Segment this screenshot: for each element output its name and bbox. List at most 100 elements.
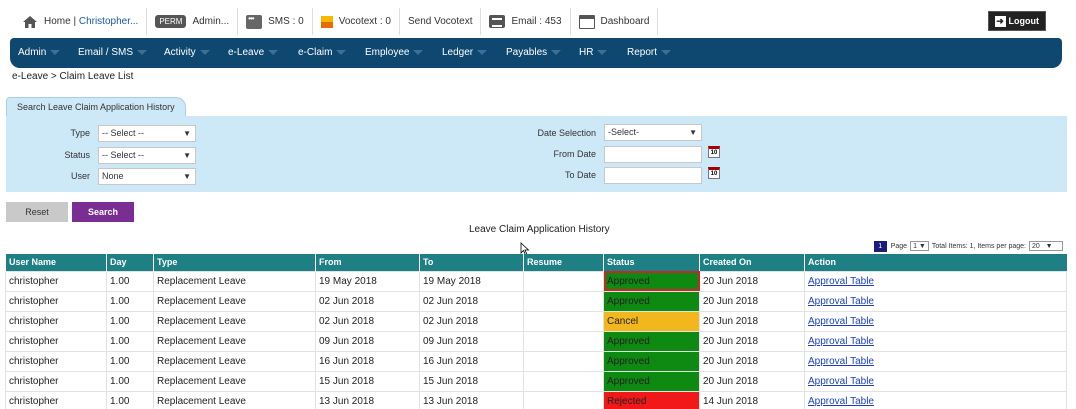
nav-admin[interactable]: Admin: [18, 47, 61, 58]
cell-user: christopher: [5, 270, 107, 292]
cell-from: 19 May 2018: [315, 270, 420, 292]
chevron-down-icon: [336, 49, 347, 55]
dropdown-arrow-icon: ▼: [183, 129, 191, 138]
col-header-day[interactable]: Day: [106, 254, 154, 271]
status-badge: Cancel: [603, 310, 700, 332]
main-nav: Admin Email / SMS Activity e-Leave e-Cla…: [10, 38, 1062, 68]
nav-label: Report: [627, 47, 658, 58]
pager: 1 Page 1 ▼ Total Items: 1, Items per pag…: [873, 240, 1066, 252]
to-date-input[interactable]: [604, 167, 702, 184]
cell-type: Replacement Leave: [153, 350, 316, 372]
type-label: Type: [70, 128, 90, 138]
date-selection-label: Date Selection: [537, 128, 596, 138]
date-selection-select[interactable]: -Select- ▼: [604, 124, 702, 141]
nav-ledger[interactable]: Ledger: [442, 47, 488, 58]
dropdown-arrow-icon: ▼: [183, 172, 191, 181]
cell-user: christopher: [5, 370, 107, 392]
nav-eleave[interactable]: e-Leave: [228, 47, 279, 58]
cell-type: Replacement Leave: [153, 270, 316, 292]
search-button[interactable]: Search: [72, 202, 134, 222]
status-badge: Approved: [603, 290, 700, 312]
nav-hr[interactable]: HR: [579, 47, 608, 58]
chevron-down-icon: [268, 49, 279, 55]
user-select[interactable]: None ▼: [98, 168, 196, 185]
dropdown-arrow-icon: ▼: [689, 128, 697, 137]
calendar-icon[interactable]: 10: [708, 146, 720, 158]
cell-day: 1.00: [106, 310, 154, 332]
search-panel-tab[interactable]: Search Leave Claim Application History: [6, 97, 186, 116]
reset-button[interactable]: Reset: [6, 202, 68, 222]
approval-table-link[interactable]: Approval Table: [808, 376, 874, 387]
type-select[interactable]: -- Select -- ▼: [98, 125, 196, 142]
home-link[interactable]: Home | Christopher...: [14, 8, 148, 35]
col-header-to[interactable]: To: [419, 254, 524, 271]
status-badge: Approved: [603, 330, 700, 352]
nav-activity[interactable]: Activity: [164, 47, 210, 58]
email-link[interactable]: Email : 453: [481, 8, 571, 35]
col-header-resume[interactable]: Resume: [523, 254, 604, 271]
cell-created: 20 Jun 2018: [699, 370, 805, 392]
page-number-button[interactable]: 1: [873, 240, 887, 252]
cell-resume: [523, 390, 604, 409]
leave-claim-table: User Name Day Type From To Resume Status…: [5, 254, 1067, 409]
approval-table-link[interactable]: Approval Table: [808, 276, 874, 287]
admin-menu[interactable]: PERM Admin...: [147, 8, 239, 35]
col-header-from[interactable]: From: [315, 254, 420, 271]
nav-label: Activity: [164, 47, 196, 58]
nav-employee[interactable]: Employee: [365, 47, 424, 58]
send-vocotext-label: Send Vocotext: [407, 16, 473, 27]
user-value: None: [102, 171, 124, 181]
cell-day: 1.00: [106, 390, 154, 409]
col-header-created-on[interactable]: Created On: [699, 254, 805, 271]
col-header-action[interactable]: Action: [804, 254, 1067, 271]
per-page-select[interactable]: 20 ▼: [1029, 241, 1063, 251]
cell-day: 1.00: [106, 270, 154, 292]
table-row: christopher 1.00 Replacement Leave 09 Ju…: [5, 330, 1067, 352]
cell-from: 02 Jun 2018: [315, 290, 420, 312]
approval-table-link[interactable]: Approval Table: [808, 336, 874, 347]
logout-button[interactable]: ➜ Logout: [987, 11, 1046, 31]
type-value: -- Select --: [102, 128, 145, 138]
vocotext-link[interactable]: Vocotext : 0: [313, 8, 400, 35]
nav-payables[interactable]: Payables: [506, 47, 562, 58]
approval-table-link[interactable]: Approval Table: [808, 296, 874, 307]
nav-label: Ledger: [442, 47, 474, 58]
dropdown-arrow-icon: ▼: [183, 151, 191, 160]
sms-link[interactable]: SMS : 0: [238, 8, 313, 35]
cell-action: Approval Table: [804, 350, 1067, 372]
approval-table-link[interactable]: Approval Table: [808, 316, 874, 327]
from-date-input[interactable]: [604, 146, 702, 163]
send-vocotext-link[interactable]: Send Vocotext: [400, 8, 482, 35]
approval-table-link[interactable]: Approval Table: [808, 396, 874, 407]
cell-from: 16 Jun 2018: [315, 350, 420, 372]
breadcrumb: e-Leave > Claim Leave List: [12, 71, 134, 82]
calendar-icon[interactable]: 10: [708, 167, 720, 179]
table-row: christopher 1.00 Replacement Leave 02 Ju…: [5, 310, 1067, 332]
chevron-down-icon: [50, 49, 61, 55]
table-row: christopher 1.00 Replacement Leave 13 Ju…: [5, 390, 1067, 409]
cell-created: 20 Jun 2018: [699, 330, 805, 352]
page-label: Page: [890, 242, 908, 250]
nav-label: e-Claim: [298, 47, 333, 58]
col-header-status[interactable]: Status: [603, 254, 700, 271]
nav-report[interactable]: Report: [627, 47, 672, 58]
col-header-user-name[interactable]: User Name: [5, 254, 107, 271]
chevron-down-icon: [661, 49, 672, 55]
col-header-type[interactable]: Type: [153, 254, 316, 271]
status-select[interactable]: -- Select -- ▼: [98, 147, 196, 164]
approval-table-link[interactable]: Approval Table: [808, 356, 874, 367]
cell-action: Approval Table: [804, 310, 1067, 332]
cell-to: 19 May 2018: [419, 270, 524, 292]
date-selection-value: -Select-: [608, 127, 640, 137]
logout-label: Logout: [1008, 16, 1040, 26]
nav-eclaim[interactable]: e-Claim: [298, 47, 347, 58]
user-label: User: [70, 171, 90, 181]
page-select[interactable]: 1 ▼: [910, 241, 929, 251]
cell-action: Approval Table: [804, 270, 1067, 292]
home-user[interactable]: Christopher...: [79, 16, 138, 27]
cell-created: 20 Jun 2018: [699, 350, 805, 372]
dashboard-link[interactable]: Dashboard: [571, 8, 659, 35]
nav-email-sms[interactable]: Email / SMS: [78, 47, 148, 58]
chevron-down-icon: [477, 49, 488, 55]
admin-label: Admin...: [192, 16, 230, 27]
